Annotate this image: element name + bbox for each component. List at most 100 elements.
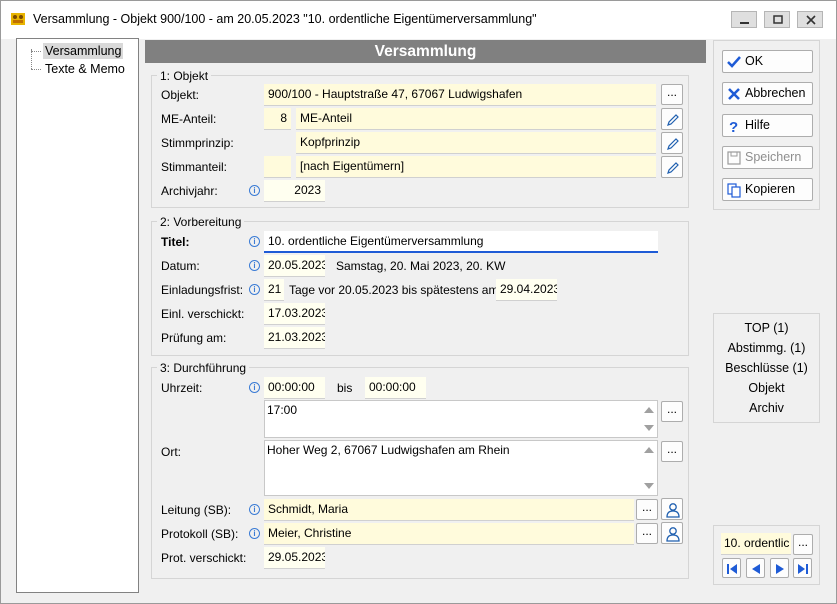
leitung-person-button[interactable] [661, 498, 683, 520]
datum-label: Datum: [161, 259, 200, 273]
first-icon [727, 564, 737, 574]
einladungsfrist-days[interactable]: 21 [264, 279, 284, 301]
link-top[interactable]: TOP (1) [713, 321, 820, 335]
ort-label: Ort: [161, 445, 181, 459]
protokoll-person-button[interactable] [661, 522, 683, 544]
prot-verschickt-label: Prot. verschickt: [161, 551, 247, 565]
minimize-button[interactable] [731, 11, 757, 28]
pencil-icon [667, 162, 679, 174]
objekt-field[interactable]: 900/100 - Hauptstraße 47, 67067 Ludwigsh… [264, 84, 656, 106]
uhrzeit-to-field[interactable]: 00:00:00 [365, 377, 426, 399]
next-record-button[interactable] [770, 558, 789, 578]
einladungsfrist-date[interactable]: 29.04.2023 [496, 279, 557, 301]
stimmprinzip-field[interactable]: Kopfprinzip [296, 132, 656, 154]
kopieren-button[interactable]: Kopieren [722, 178, 813, 201]
last-icon [798, 564, 808, 574]
page-title: Versammlung [145, 40, 706, 63]
datum-field[interactable]: 20.05.2023 [264, 255, 325, 277]
archivjahr-label: Archivjahr: [161, 184, 218, 198]
link-archiv[interactable]: Archiv [713, 401, 820, 415]
kopieren-label: Kopieren [745, 182, 796, 196]
ok-button[interactable]: OK [722, 50, 813, 73]
app-icon [11, 13, 25, 25]
leitung-field[interactable]: Schmidt, Maria [264, 499, 634, 521]
checkmark-icon [727, 56, 741, 68]
info-icon: i [249, 382, 260, 393]
einl-verschickt-label: Einl. verschickt: [161, 307, 245, 321]
einl-verschickt-field[interactable]: 17.03.2023 [264, 303, 325, 325]
save-icon [727, 151, 741, 165]
edit-stimmprinzip-button[interactable] [661, 132, 683, 154]
bis-label: bis [337, 381, 353, 395]
speichern-button[interactable]: Speichern [722, 146, 813, 169]
pencil-icon [667, 138, 679, 150]
window-title: Versammlung - Objekt 900/100 - am 20.05.… [33, 12, 537, 26]
ort-text-area[interactable]: Hoher Weg 2, 67067 Ludwigshafen am Rhein [264, 440, 658, 496]
info-icon: i [249, 185, 260, 196]
tree-item-texte-memo[interactable]: Texte & Memo [43, 61, 127, 77]
objekt-group-label: 1: Objekt [157, 69, 212, 83]
abbrechen-label: Abbrechen [745, 86, 806, 100]
protokoll-field[interactable]: Meier, Christine [264, 523, 634, 545]
app-window: Versammlung - Objekt 900/100 - am 20.05.… [0, 0, 837, 604]
tree-item-versammlung[interactable]: Versammlung [43, 43, 124, 59]
protokoll-select-button[interactable]: ... [636, 523, 658, 544]
ort-select-button[interactable]: ... [661, 441, 683, 462]
uhrzeit-text: 17:00 [267, 403, 298, 417]
copy-icon [727, 183, 741, 198]
maximize-button[interactable] [764, 11, 790, 28]
uhrzeit-label: Uhrzeit: [161, 381, 203, 395]
previous-icon [752, 564, 760, 574]
scrollbar[interactable] [640, 441, 657, 495]
pruefung-field[interactable]: 21.03.2023 [264, 327, 325, 349]
datum-weekday-text: Samstag, 20. Mai 2023, 20. KW [336, 259, 506, 273]
link-objekt[interactable]: Objekt [713, 381, 820, 395]
vorbereitung-group-label: 2: Vorbereitung [157, 215, 245, 229]
close-icon [728, 88, 740, 100]
leitung-select-button[interactable]: ... [636, 499, 658, 520]
navigation-tree: Versammlung Texte & Memo [16, 38, 139, 593]
uhrzeit-text-area[interactable]: 17:00 [264, 400, 658, 438]
link-abstimmung[interactable]: Abstimmg. (1) [713, 341, 820, 355]
first-record-button[interactable] [722, 558, 741, 578]
person-icon [666, 503, 680, 518]
stimmanteil-label: Stimmanteil: [161, 160, 228, 174]
me-anteil-number[interactable]: 8 [264, 108, 291, 130]
link-beschluesse[interactable]: Beschlüsse (1) [713, 361, 820, 375]
scrollbar[interactable] [640, 401, 657, 437]
edit-me-anteil-button[interactable] [661, 108, 683, 130]
uhrzeit-text-button[interactable]: ... [661, 401, 683, 422]
durchfuehrung-group-label: 3: Durchführung [157, 361, 250, 375]
edit-stimmanteil-button[interactable] [661, 156, 683, 178]
abbrechen-button[interactable]: Abbrechen [722, 82, 813, 105]
me-anteil-text[interactable]: ME-Anteil [296, 108, 656, 130]
pencil-icon [667, 114, 679, 126]
stimmanteil-field[interactable]: [nach Eigentümern] [296, 156, 656, 178]
record-select-button[interactable]: ... [793, 534, 813, 555]
objekt-label: Objekt: [161, 88, 200, 102]
info-icon: i [249, 284, 260, 295]
svg-text:?: ? [729, 119, 738, 134]
protokoll-label: Protokoll (SB): [161, 527, 239, 541]
info-icon: i [249, 528, 260, 539]
archivjahr-field[interactable]: 2023 [264, 180, 325, 202]
last-record-button[interactable] [793, 558, 812, 578]
einladungsfrist-label: Einladungsfrist: [161, 283, 244, 297]
objekt-select-button[interactable]: ... [661, 84, 683, 105]
titel-input[interactable]: 10. ordentliche Eigentümerversammlung [264, 231, 658, 253]
previous-record-button[interactable] [746, 558, 765, 578]
info-icon: i [249, 260, 260, 271]
uhrzeit-from-field[interactable]: 00:00:00 [264, 377, 325, 399]
record-current-field[interactable]: 10. ordentlic [721, 533, 791, 555]
ort-text: Hoher Weg 2, 67067 Ludwigshafen am Rhein [267, 443, 510, 457]
next-icon [776, 564, 784, 574]
hilfe-button[interactable]: ? Hilfe [722, 114, 813, 137]
ok-label: OK [745, 54, 764, 68]
stimmanteil-number[interactable] [264, 156, 291, 178]
close-button[interactable] [797, 11, 823, 28]
me-anteil-label: ME-Anteil: [161, 112, 217, 126]
info-icon: i [249, 236, 260, 247]
speichern-label: Speichern [745, 150, 802, 164]
pruefung-label: Prüfung am: [161, 331, 227, 345]
prot-verschickt-field[interactable]: 29.05.2023 [264, 547, 325, 569]
